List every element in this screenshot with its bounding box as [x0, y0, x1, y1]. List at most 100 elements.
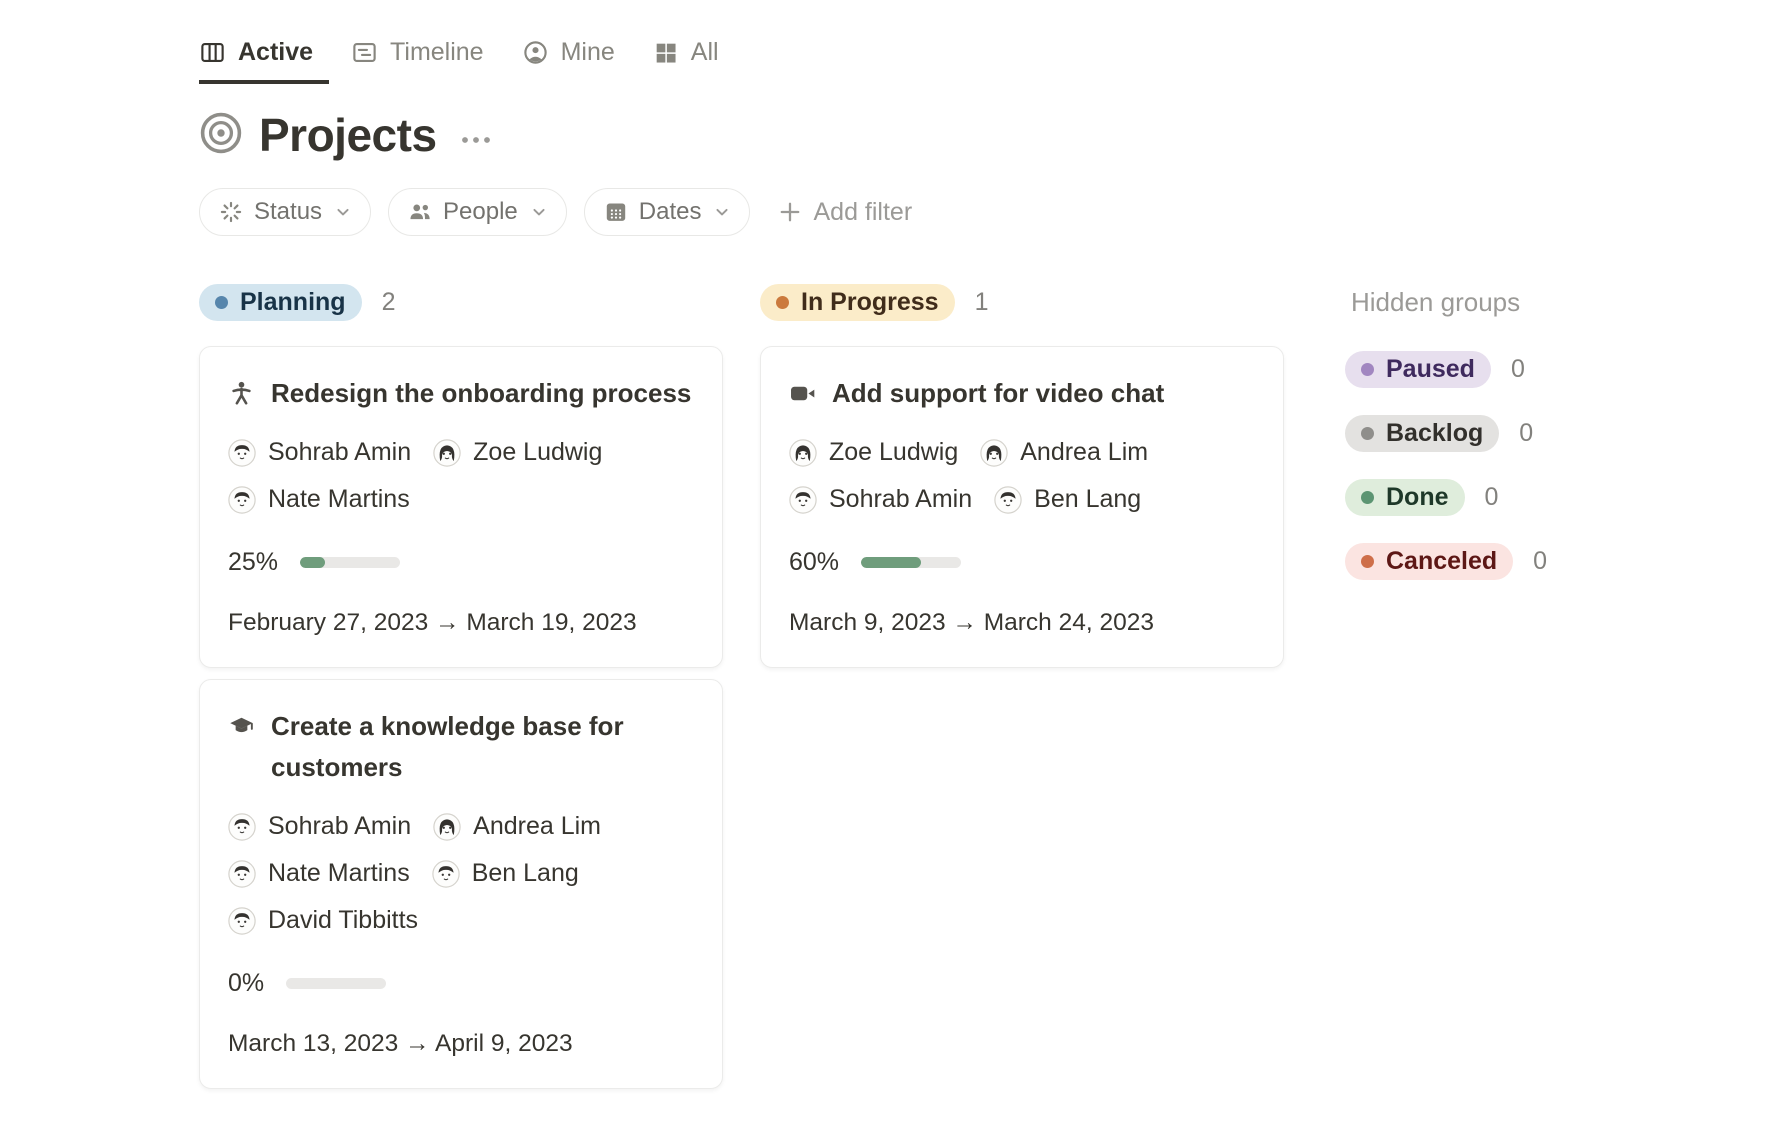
status-badge-backlog[interactable]: Backlog	[1345, 415, 1499, 452]
avatar	[789, 486, 817, 514]
avatar	[228, 813, 256, 841]
tab-label: All	[691, 38, 719, 67]
timeline-icon	[351, 39, 378, 66]
avatar	[980, 439, 1008, 467]
status-label: Canceled	[1386, 547, 1497, 576]
filter-status[interactable]: Status	[199, 188, 371, 236]
avatar	[432, 860, 460, 888]
hidden-groups-section: Hidden groups Paused0Backlog0Done0Cancel…	[1345, 284, 1547, 607]
filter-bar: Status People Dates Add filter	[199, 188, 1730, 236]
card-dates: March 9, 2023 → March 24, 2023	[789, 609, 1255, 637]
status-badge-done[interactable]: Done	[1345, 479, 1465, 516]
progress-bar	[286, 978, 386, 989]
assignee: Andrea Lim	[980, 438, 1148, 467]
add-filter-button[interactable]: Add filter	[777, 198, 912, 227]
chevron-down-icon	[528, 201, 550, 223]
avatar	[789, 439, 817, 467]
card-assignees: Sohrab AminAndrea LimNate MartinsBen Lan…	[228, 812, 694, 935]
assignee-name: Ben Lang	[472, 859, 579, 888]
view-tabs: Active Timeline Mine All	[199, 36, 1730, 84]
assignee-name: Nate Martins	[268, 859, 410, 888]
filter-label: People	[443, 198, 518, 226]
assignee-name: Ben Lang	[1034, 485, 1141, 514]
assignee: Andrea Lim	[433, 812, 601, 841]
status-dot	[215, 296, 228, 309]
video-camera-icon	[789, 380, 816, 414]
target-icon	[199, 111, 243, 160]
person-circle-icon	[522, 39, 549, 66]
card-dates: March 13, 2023 → April 9, 2023	[228, 1030, 694, 1058]
card-progress: 60%	[789, 548, 1255, 577]
assignee-name: Andrea Lim	[1020, 438, 1148, 467]
status-dot	[1361, 491, 1374, 504]
card-title: Create a knowledge base for customers	[271, 706, 694, 788]
tab-all[interactable]: All	[653, 36, 735, 84]
card-assignees: Zoe Ludwig Andrea Lim Sohrab Amin Ben Lang	[789, 438, 1255, 514]
status-icon	[218, 199, 244, 225]
card-title-row: Redesign the onboarding process	[228, 373, 694, 414]
page-header: Projects	[199, 108, 1730, 162]
progress-value: 0%	[228, 969, 264, 998]
hidden-group-count: 0	[1519, 419, 1533, 448]
graduation-cap-icon	[228, 713, 255, 788]
avatar	[228, 907, 256, 935]
assignee: Nate Martins	[228, 485, 410, 514]
status-label: Paused	[1386, 355, 1475, 384]
project-card[interactable]: Redesign the onboarding process Sohrab Am…	[199, 346, 723, 668]
more-icon	[461, 131, 491, 149]
filter-people[interactable]: People	[388, 188, 567, 236]
avatar	[228, 860, 256, 888]
projects-board-page: Active Timeline Mine All Projects Status Peo…	[0, 0, 1770, 1100]
tab-label: Timeline	[390, 38, 484, 67]
hidden-groups-title: Hidden groups	[1351, 287, 1547, 318]
tab-mine[interactable]: Mine	[522, 36, 631, 84]
status-badge-in-progress[interactable]: In Progress	[760, 284, 955, 321]
progress-fill	[861, 557, 921, 568]
assignee: Nate Martins	[228, 859, 410, 888]
card-title-row: Add support for video chat	[789, 373, 1255, 414]
status-dot	[1361, 427, 1374, 440]
assignee-name: Nate Martins	[268, 485, 410, 514]
status-label: Done	[1386, 483, 1449, 512]
person-standing-icon	[228, 380, 255, 414]
filter-dates[interactable]: Dates	[584, 188, 751, 236]
assignee-name: David Tibbitts	[268, 906, 418, 935]
filter-label: Dates	[639, 198, 702, 226]
project-card[interactable]: Add support for video chat Zoe Ludwig Andr…	[760, 346, 1284, 668]
project-card[interactable]: Create a knowledge base for customersSoh…	[199, 679, 723, 1089]
status-dot	[1361, 363, 1374, 376]
card-dates: February 27, 2023 → March 19, 2023	[228, 609, 694, 637]
status-badge-planning[interactable]: Planning	[199, 284, 362, 321]
assignee-name: Sohrab Amin	[829, 485, 972, 514]
add-filter-label: Add filter	[813, 198, 912, 227]
tab-timeline[interactable]: Timeline	[351, 36, 500, 84]
progress-value: 60%	[789, 548, 839, 577]
assignee: David Tibbitts	[228, 906, 418, 935]
hidden-groups-list: Paused0 Backlog 0 Done 0 Canceled 0	[1345, 351, 1547, 580]
chevron-down-icon	[332, 201, 354, 223]
page-title[interactable]: Projects	[259, 108, 437, 162]
hidden-group-paused: Paused0	[1345, 351, 1547, 388]
card-title: Add support for video chat	[832, 373, 1164, 414]
card-title: Redesign the onboarding process	[271, 373, 691, 414]
assignee: Ben Lang	[432, 859, 579, 888]
assignee-name: Zoe Ludwig	[829, 438, 958, 467]
board-columns: Planning2Redesign the onboarding process…	[199, 284, 1284, 1100]
status-badge-canceled[interactable]: Canceled	[1345, 543, 1513, 580]
column-count: 1	[975, 288, 989, 317]
board-icon	[199, 39, 226, 66]
hidden-group-count: 0	[1533, 547, 1547, 576]
hidden-group-done: Done 0	[1345, 479, 1547, 516]
tab-active[interactable]: Active	[199, 36, 329, 84]
progress-bar	[300, 557, 400, 568]
assignee: Ben Lang	[994, 485, 1141, 514]
hidden-group-count: 0	[1485, 483, 1499, 512]
hidden-group-canceled: Canceled 0	[1345, 543, 1547, 580]
status-label: Planning	[240, 288, 346, 317]
status-label: In Progress	[801, 288, 939, 317]
card-title-row: Create a knowledge base for customers	[228, 706, 694, 788]
more-options-button[interactable]	[461, 131, 491, 149]
filter-label: Status	[254, 198, 322, 226]
assignee-name: Sohrab Amin	[268, 438, 411, 467]
status-badge-paused[interactable]: Paused	[1345, 351, 1491, 388]
